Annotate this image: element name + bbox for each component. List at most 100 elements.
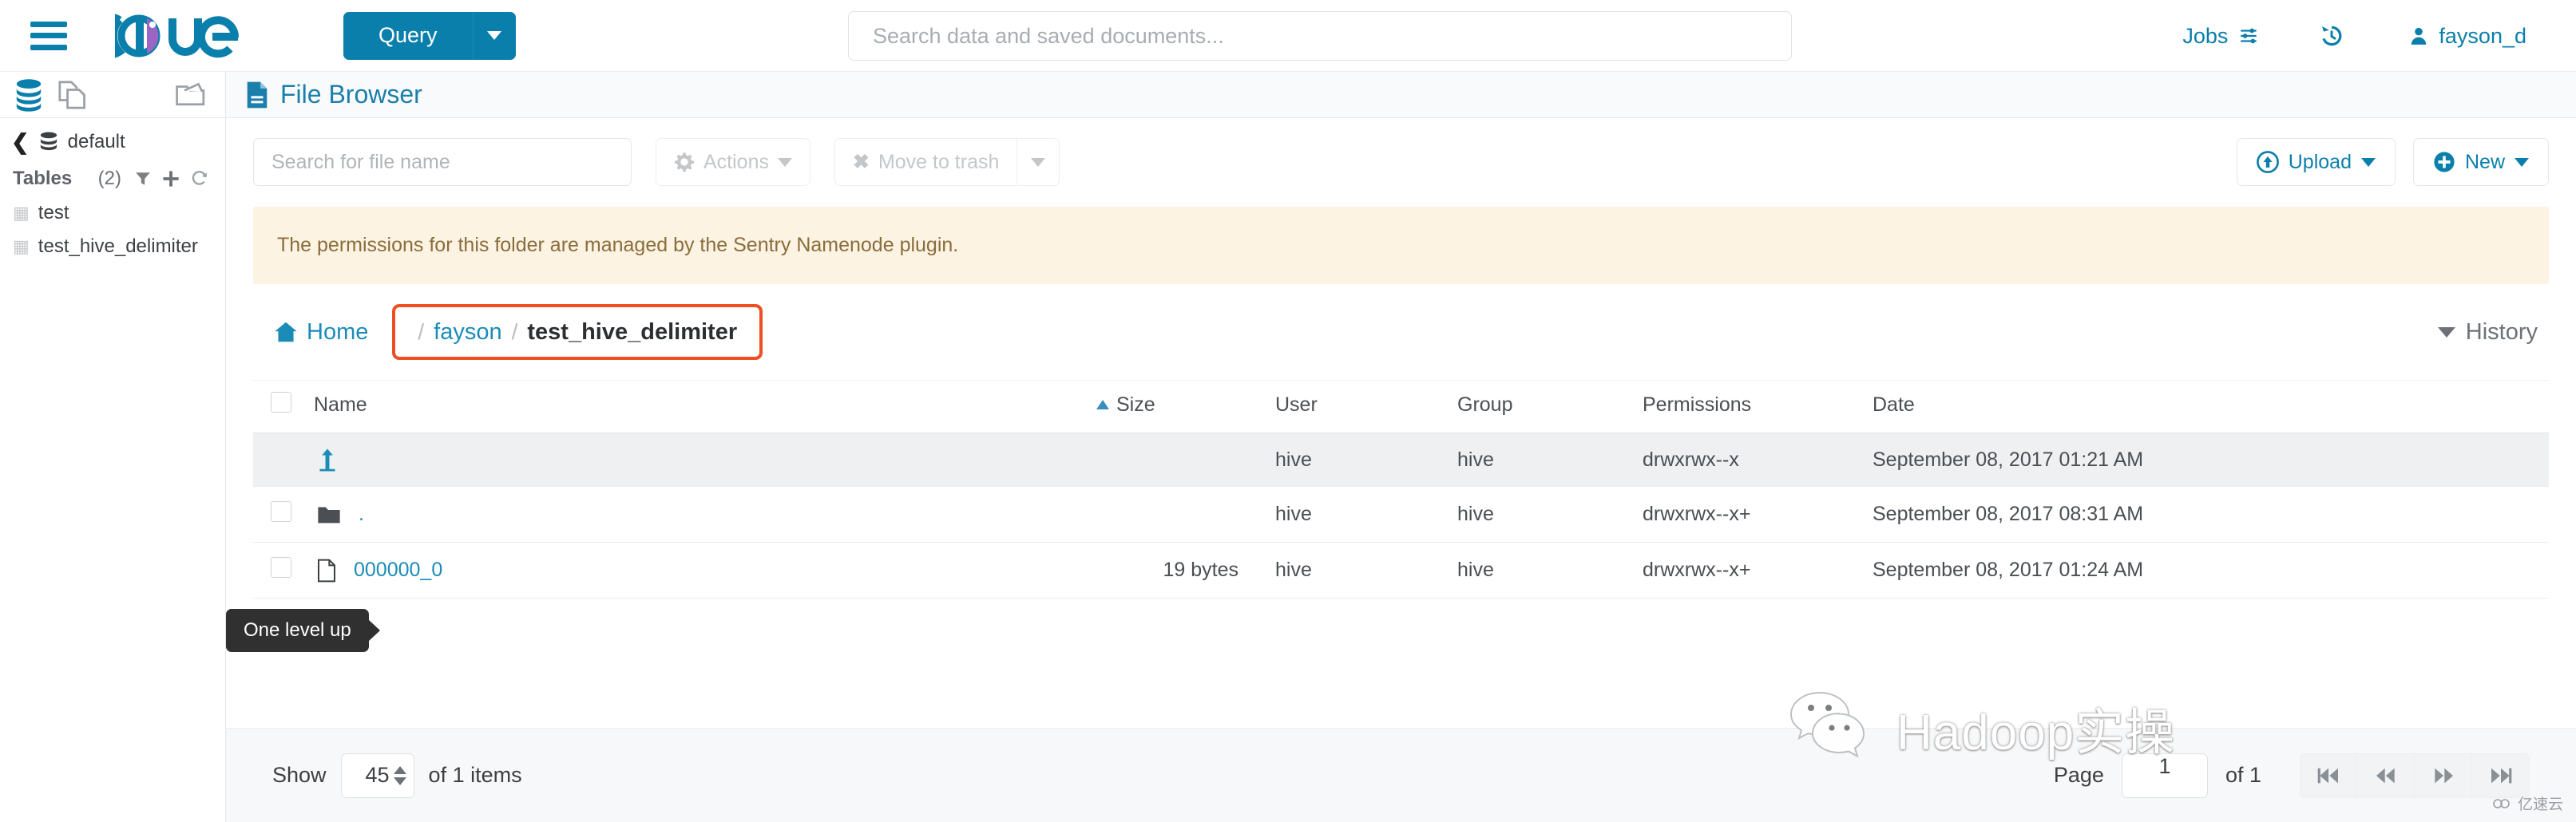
main-layout: ❮ default Tables (2) ▦ test bbox=[0, 72, 2576, 822]
sidebar-table-item[interactable]: ▦ test_hive_delimiter bbox=[0, 230, 225, 263]
sidebar-database-name: default bbox=[68, 131, 125, 153]
sidebar-tables-header: Tables (2) bbox=[0, 160, 225, 196]
database-icon-small bbox=[38, 131, 59, 153]
import-folder-icon[interactable] bbox=[174, 77, 208, 108]
breadcrumb-separator: / bbox=[418, 319, 424, 345]
show-label: Show bbox=[272, 763, 327, 788]
history-icon bbox=[2319, 23, 2344, 49]
database-icon[interactable] bbox=[13, 78, 45, 112]
actions-button[interactable]: Actions bbox=[656, 138, 810, 186]
breadcrumb-path-box[interactable]: / fayson / test_hive_delimiter bbox=[392, 304, 763, 360]
of-pages-label: of 1 bbox=[2225, 763, 2261, 788]
move-to-trash-button[interactable]: ✖ Move to trash bbox=[834, 138, 1017, 186]
row-checkbox-cell bbox=[253, 487, 314, 543]
breadcrumb-home-link[interactable]: Home bbox=[274, 319, 368, 346]
tooltip-text: One level up bbox=[244, 619, 351, 641]
global-search-input[interactable] bbox=[848, 11, 1792, 61]
row-name-label[interactable]: 000000_0 bbox=[354, 559, 442, 582]
row-group-cell: hive bbox=[1457, 543, 1643, 599]
query-dropdown-button[interactable] bbox=[473, 12, 516, 60]
actions-label: Actions bbox=[703, 151, 769, 174]
jobs-link[interactable]: Jobs bbox=[2182, 24, 2261, 49]
user-menu[interactable]: fayson_d bbox=[2408, 24, 2526, 49]
column-header-date[interactable]: Date bbox=[1873, 381, 2549, 433]
column-header-permissions[interactable]: Permissions bbox=[1643, 381, 1873, 433]
stepper-arrows[interactable] bbox=[394, 766, 406, 785]
pagination-bar: Show 45 of 1 items Page 1 of 1 bbox=[226, 728, 2576, 822]
column-header-group[interactable]: Group bbox=[1457, 381, 1643, 433]
refresh-icon[interactable] bbox=[190, 169, 209, 188]
sentry-permissions-alert: The permissions for this folder are mana… bbox=[253, 207, 2549, 284]
hue-logo[interactable] bbox=[115, 12, 267, 60]
page-size-stepper[interactable]: 45 bbox=[341, 753, 414, 798]
history-toggle[interactable]: History bbox=[2438, 319, 2538, 346]
sidebar-icon-bar bbox=[0, 72, 225, 118]
chevron-left-icon[interactable]: ❮ bbox=[11, 132, 30, 153]
menu-icon[interactable] bbox=[30, 22, 67, 50]
row-checkbox[interactable] bbox=[271, 501, 291, 522]
row-group-cell: hive bbox=[1457, 433, 1643, 487]
prev-page-icon bbox=[2374, 766, 2398, 785]
file-table: Name Size User Group Permissions Date bbox=[253, 380, 2549, 599]
close-icon: ✖ bbox=[853, 150, 870, 174]
row-size-cell bbox=[1096, 487, 1275, 543]
breadcrumb-item-fayson[interactable]: fayson bbox=[434, 319, 501, 346]
chevron-down-icon bbox=[2361, 158, 2376, 167]
first-page-icon bbox=[2316, 766, 2340, 785]
row-permissions-cell: drwxrwx--x+ bbox=[1643, 543, 1873, 599]
sidebar-table-item[interactable]: ▦ test bbox=[0, 196, 225, 230]
last-page-button[interactable] bbox=[2472, 753, 2530, 798]
row-name-cell: . bbox=[314, 487, 1096, 543]
move-to-trash-dropdown[interactable] bbox=[1017, 138, 1060, 186]
row-date-cell: September 08, 2017 08:31 AM bbox=[1873, 487, 2549, 543]
table-row[interactable]: hive hive drwxrwx--x September 08, 2017 … bbox=[253, 433, 2549, 487]
breadcrumb-home-label: Home bbox=[307, 319, 368, 346]
chevron-down-icon bbox=[778, 158, 792, 167]
alert-message: The permissions for this folder are mana… bbox=[277, 234, 958, 256]
home-icon bbox=[274, 321, 298, 343]
hue-logo-icon bbox=[115, 14, 267, 58]
new-button[interactable]: New bbox=[2413, 138, 2549, 186]
chevron-up-icon[interactable] bbox=[394, 766, 406, 774]
upload-button[interactable]: Upload bbox=[2237, 138, 2396, 186]
up-arrow-icon[interactable] bbox=[317, 448, 338, 472]
row-group-cell: hive bbox=[1457, 487, 1643, 543]
file-document-icon bbox=[245, 81, 269, 109]
next-page-button[interactable] bbox=[2415, 753, 2472, 798]
table-row[interactable]: . hive hive drwxrwx--x+ September 08, 20… bbox=[253, 487, 2549, 543]
jobs-label: Jobs bbox=[2182, 24, 2228, 49]
search-input[interactable] bbox=[253, 138, 632, 186]
file-table-wrapper: Name Size User Group Permissions Date bbox=[253, 380, 2549, 599]
column-header-name[interactable]: Name bbox=[314, 381, 1096, 433]
table-row[interactable]: 000000_0 19 bytes hive hive drwxrwx--x+ … bbox=[253, 543, 2549, 599]
query-button-group[interactable]: Query bbox=[343, 12, 516, 60]
row-checkbox[interactable] bbox=[271, 557, 291, 578]
previous-page-button[interactable] bbox=[2357, 753, 2415, 798]
row-date-cell: September 08, 2017 01:21 AM bbox=[1873, 433, 2549, 487]
row-size-cell: 19 bytes bbox=[1096, 543, 1275, 599]
column-header-size[interactable]: Size bbox=[1096, 381, 1275, 433]
plus-icon[interactable] bbox=[161, 169, 180, 188]
filter-icon[interactable] bbox=[134, 170, 152, 188]
file-icon[interactable] bbox=[317, 559, 336, 583]
folder-icon[interactable] bbox=[317, 504, 341, 525]
column-header-user[interactable]: User bbox=[1275, 381, 1457, 433]
select-all-checkbox[interactable] bbox=[271, 392, 291, 413]
history-icon-button[interactable] bbox=[2319, 23, 2344, 49]
new-label: New bbox=[2465, 151, 2505, 174]
row-user-cell: hive bbox=[1275, 543, 1457, 599]
row-name-label[interactable]: . bbox=[359, 503, 364, 526]
history-label: History bbox=[2466, 319, 2538, 346]
table-grid-icon: ▦ bbox=[13, 236, 30, 257]
page-number-input[interactable]: 1 bbox=[2122, 753, 2208, 798]
chevron-down-icon bbox=[2438, 327, 2455, 338]
first-page-button[interactable] bbox=[2300, 753, 2357, 798]
gear-icon bbox=[674, 152, 695, 172]
query-button[interactable]: Query bbox=[343, 12, 473, 60]
chevron-down-icon[interactable] bbox=[394, 777, 406, 785]
row-permissions-cell: drwxrwx--x+ bbox=[1643, 487, 1873, 543]
sidebar-database-row[interactable]: ❮ default bbox=[0, 118, 225, 160]
page-title: File Browser bbox=[280, 80, 422, 109]
documents-icon[interactable] bbox=[56, 78, 89, 112]
one-level-up-tooltip: One level up bbox=[226, 609, 369, 652]
